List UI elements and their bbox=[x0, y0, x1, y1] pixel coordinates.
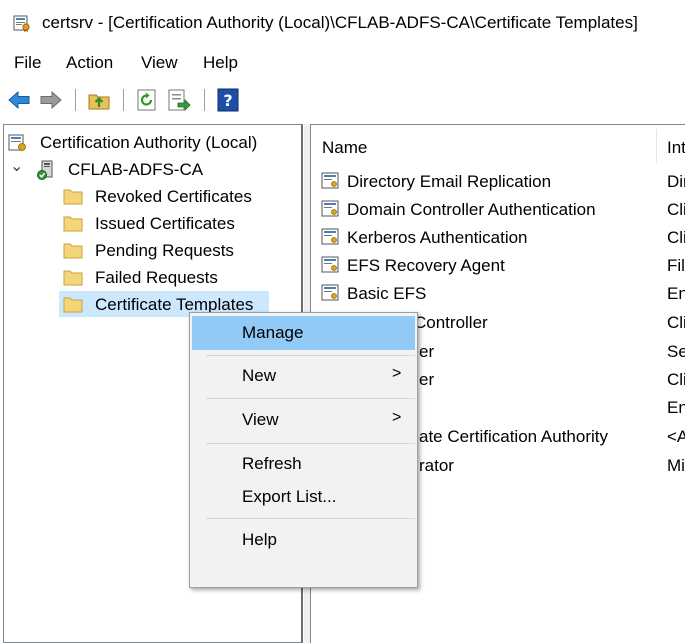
template-name: Basic EFS bbox=[347, 284, 427, 303]
up-folder-icon[interactable] bbox=[87, 88, 111, 112]
toolbar: ? bbox=[0, 84, 685, 116]
list-item[interactable]: Domain Controller Authentication Cli bbox=[311, 195, 685, 223]
template-name: Domain Controller Authentication bbox=[347, 200, 596, 219]
template-intended-purpose: Cli bbox=[667, 313, 685, 332]
menu-help[interactable]: Help bbox=[203, 53, 238, 73]
template-intended-purpose: Cli bbox=[667, 200, 685, 219]
certsrv-app-icon bbox=[13, 15, 30, 32]
column-header-intended-purpose[interactable]: Int bbox=[657, 125, 685, 167]
ca-server-icon bbox=[37, 160, 53, 180]
tree-item-label: Revoked Certificates bbox=[95, 187, 252, 206]
menu-item-help[interactable]: Help bbox=[192, 523, 415, 557]
toolbar-separator bbox=[204, 89, 205, 111]
template-intended-purpose: <A bbox=[667, 427, 685, 446]
menu-separator bbox=[206, 355, 415, 356]
window-title: certsrv - [Certification Authority (Loca… bbox=[42, 13, 638, 32]
template-name: er bbox=[419, 370, 435, 389]
certification-authority-icon bbox=[8, 134, 26, 151]
toolbar-separator bbox=[123, 89, 124, 111]
back-icon[interactable] bbox=[7, 88, 31, 112]
list-item[interactable]: Basic EFS En bbox=[311, 279, 685, 307]
template-name: Kerberos Authentication bbox=[347, 228, 528, 247]
tree-item-pending[interactable]: Pending Requests bbox=[63, 237, 298, 263]
submenu-arrow-icon: > bbox=[392, 365, 402, 382]
certificate-template-icon bbox=[321, 172, 339, 189]
svg-text:?: ? bbox=[223, 91, 232, 110]
template-intended-purpose: En bbox=[667, 284, 685, 303]
list-item[interactable]: EFS Recovery Agent Fil bbox=[311, 251, 685, 279]
template-intended-purpose: Dir bbox=[667, 172, 685, 191]
template-name: Controller bbox=[414, 313, 488, 332]
folder-icon bbox=[63, 243, 83, 259]
tree-item-label: Issued Certificates bbox=[95, 214, 235, 233]
list-item[interactable]: Kerberos Authentication Cli bbox=[311, 223, 685, 251]
forward-icon[interactable] bbox=[39, 88, 63, 112]
template-intended-purpose: En bbox=[667, 398, 685, 417]
menu-bar: File Action View Help bbox=[0, 48, 685, 78]
folder-icon bbox=[63, 297, 83, 313]
template-intended-purpose: Mi bbox=[667, 456, 685, 475]
menu-item-view[interactable]: View > bbox=[192, 403, 415, 437]
menu-item-new[interactable]: New > bbox=[192, 359, 415, 393]
submenu-arrow-icon: > bbox=[392, 409, 402, 426]
template-intended-purpose: Se bbox=[667, 342, 685, 361]
list-item[interactable]: Directory Email Replication Dir bbox=[311, 167, 685, 195]
certificate-template-icon bbox=[321, 284, 339, 301]
certificate-template-icon bbox=[321, 256, 339, 273]
expand-chevron-icon[interactable]: ⌄ bbox=[10, 156, 23, 176]
menu-separator bbox=[206, 443, 415, 444]
template-intended-purpose: Cli bbox=[667, 370, 685, 389]
menu-item-refresh[interactable]: Refresh bbox=[192, 447, 415, 481]
tree-item-ca[interactable]: ⌄ CFLAB-ADFS-CA bbox=[8, 156, 298, 182]
export-list-icon[interactable] bbox=[167, 88, 191, 112]
template-name: rator bbox=[419, 456, 454, 475]
tree-item-root[interactable]: Certification Authority (Local) bbox=[8, 129, 298, 155]
tree-root-label: Certification Authority (Local) bbox=[40, 133, 258, 152]
folder-icon bbox=[63, 270, 83, 286]
template-name: er bbox=[419, 342, 435, 361]
menu-separator bbox=[206, 518, 415, 519]
toolbar-separator bbox=[75, 89, 76, 111]
tree-item-issued[interactable]: Issued Certificates bbox=[63, 210, 298, 236]
menu-separator bbox=[206, 398, 415, 399]
refresh-icon[interactable] bbox=[135, 88, 159, 112]
column-header-name[interactable]: Name bbox=[311, 125, 656, 167]
certificate-template-icon bbox=[321, 228, 339, 245]
certificate-template-icon bbox=[321, 200, 339, 217]
title-bar: certsrv - [Certification Authority (Loca… bbox=[0, 0, 685, 44]
template-intended-purpose: Fil bbox=[667, 256, 685, 275]
help-icon[interactable]: ? bbox=[216, 88, 240, 112]
tree-item-label: Failed Requests bbox=[95, 268, 218, 287]
template-name: Directory Email Replication bbox=[347, 172, 552, 191]
template-name: ate Certification Authority bbox=[419, 427, 608, 446]
tree-item-label: Pending Requests bbox=[95, 241, 234, 260]
tree-item-revoked[interactable]: Revoked Certificates bbox=[63, 183, 298, 209]
menu-item-export-list[interactable]: Export List... bbox=[192, 480, 415, 514]
folder-icon bbox=[63, 216, 83, 232]
context-menu: Manage New > View > Refresh Export List.… bbox=[189, 312, 418, 588]
menu-view[interactable]: View bbox=[141, 53, 178, 73]
menu-item-manage[interactable]: Manage bbox=[192, 316, 415, 350]
menu-action[interactable]: Action bbox=[66, 53, 113, 73]
tree-ca-label: CFLAB-ADFS-CA bbox=[68, 160, 204, 179]
folder-icon bbox=[63, 189, 83, 205]
template-intended-purpose: Cli bbox=[667, 228, 685, 247]
tree-item-failed[interactable]: Failed Requests bbox=[63, 264, 298, 290]
menu-file[interactable]: File bbox=[14, 53, 41, 73]
template-name: EFS Recovery Agent bbox=[347, 256, 505, 275]
